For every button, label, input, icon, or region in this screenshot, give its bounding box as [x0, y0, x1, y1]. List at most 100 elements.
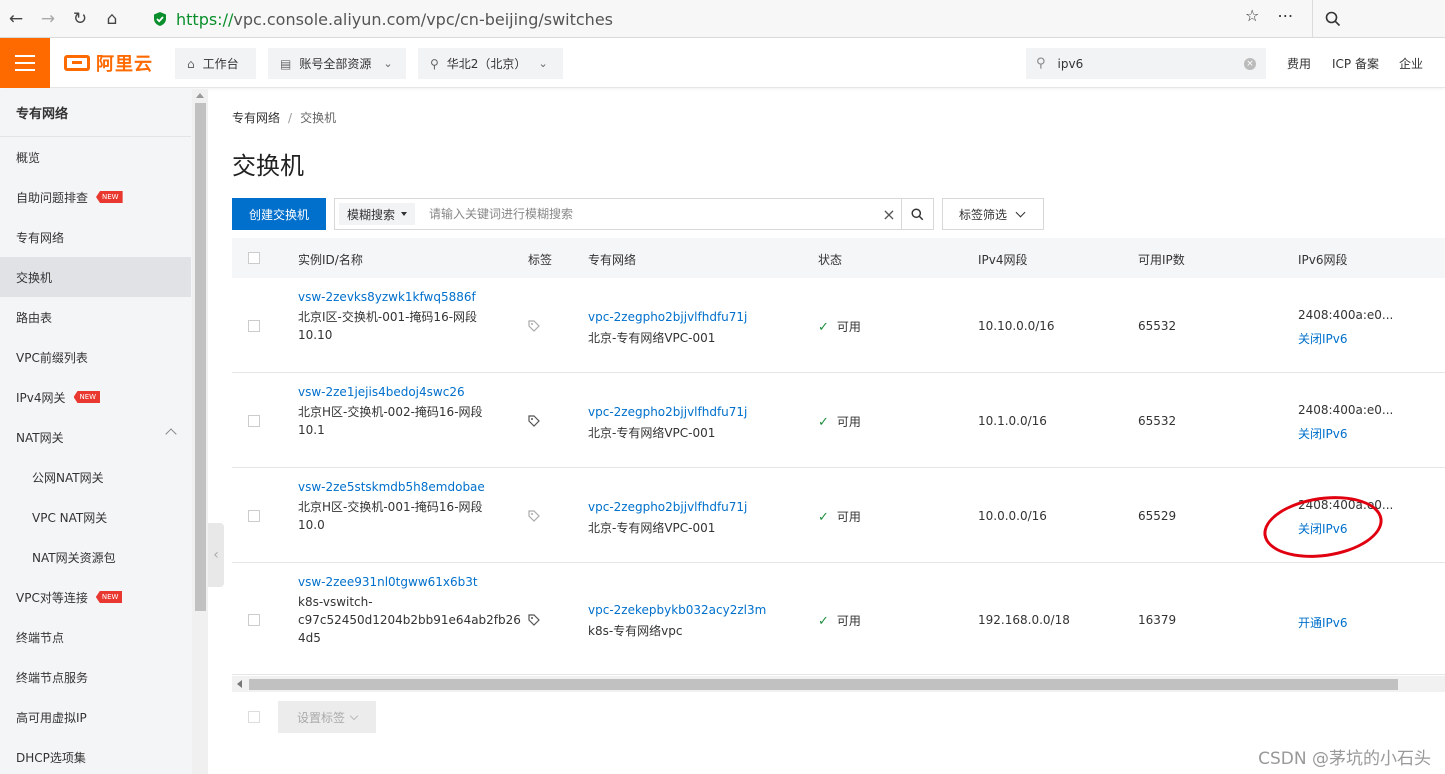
home-icon: ⌂: [187, 56, 195, 71]
vpc-id-link[interactable]: vpc-2zegpho2bjjvlfhdfu71j: [588, 405, 747, 419]
row-checkbox[interactable]: [248, 415, 260, 427]
search-button[interactable]: [901, 199, 933, 229]
vpc-id-link[interactable]: vpc-2zegpho2bjjvlfhdfu71j: [588, 500, 747, 514]
create-vswitch-button[interactable]: 创建交换机: [232, 198, 326, 230]
location-icon: ⚲: [430, 56, 439, 71]
clear-icon[interactable]: ×: [1244, 57, 1256, 70]
sidebar-item-vpc[interactable]: 专有网络: [0, 217, 191, 257]
disable-ipv6-link[interactable]: 关闭IPv6: [1298, 425, 1348, 442]
back-icon[interactable]: ←: [0, 0, 32, 38]
ipv6-cidr: 2408:400a:e0...: [1298, 308, 1394, 322]
vswitch-name: 北京H区-交换机-002-掩码16-网段 10.1: [298, 405, 483, 437]
sidebar-item-public-nat[interactable]: 公网NAT网关: [0, 457, 191, 497]
sidebar-item-label: 终端节点: [16, 630, 65, 645]
enterprise-link[interactable]: 企业: [1399, 55, 1423, 72]
aliyun-logo[interactable]: 阿里云: [64, 50, 153, 76]
reload-icon[interactable]: ↻: [64, 0, 96, 38]
tag-icon[interactable]: [528, 415, 540, 427]
sidebar-item-nat-package[interactable]: NAT网关资源包: [0, 537, 191, 577]
scroll-up-icon[interactable]: [196, 93, 204, 98]
search-type-dropdown[interactable]: 模糊搜索: [339, 203, 416, 225]
chevron-down-icon: ⌄: [538, 57, 548, 70]
row-checkbox[interactable]: [248, 614, 260, 626]
sidebar-item-self-diagnosis[interactable]: 自助问题排查 NEW: [0, 177, 191, 217]
tag-icon[interactable]: [528, 510, 540, 522]
workbench-button[interactable]: ⌂ 工作台: [175, 48, 256, 79]
sidebar-item-nat-gateway[interactable]: NAT网关: [0, 417, 191, 457]
header-vpc: 专有网络: [588, 253, 637, 267]
collapse-sidebar-icon[interactable]: ‹: [208, 523, 224, 587]
vswitch-id-link[interactable]: vsw-2ze1jejis4bedoj4swc26: [298, 385, 465, 399]
ipv4-cidr: 10.1.0.0/16: [978, 414, 1047, 428]
home-icon[interactable]: ⌂: [96, 0, 128, 38]
clear-icon[interactable]: ×: [877, 205, 901, 224]
scrollbar-thumb[interactable]: [249, 679, 1398, 690]
chevron-down-icon: [349, 711, 359, 720]
tag-icon[interactable]: [528, 320, 540, 332]
new-badge: NEW: [96, 191, 123, 203]
enable-ipv6-link[interactable]: 开通IPv6: [1298, 614, 1348, 631]
resources-dropdown[interactable]: ▤ 账号全部资源 ⌄: [268, 48, 406, 79]
ipv4-cidr: 192.168.0.0/18: [978, 613, 1070, 627]
status: ✓ 可用: [818, 320, 861, 335]
search-input[interactable]: [429, 207, 877, 221]
sidebar-item-havip[interactable]: 高可用虚拟IP: [0, 697, 191, 737]
address-bar[interactable]: https://vpc.console.aliyun.com/vpc/cn-be…: [140, 5, 1305, 33]
table-horizontal-scrollbar[interactable]: [232, 676, 1445, 692]
table-row: vsw-2zevks8yzwk1kfwq5886f 北京I区-交换机-001-掩…: [232, 278, 1445, 373]
vswitch-id-link[interactable]: vsw-2ze5stskmdb5h8emdobae: [298, 480, 485, 494]
set-tag-button[interactable]: 设置标签: [278, 701, 376, 733]
sidebar-item-label: NAT网关资源包: [32, 550, 116, 565]
vswitch-id-link[interactable]: vsw-2zevks8yzwk1kfwq5886f: [298, 290, 476, 304]
row-checkbox[interactable]: [248, 320, 260, 332]
tag-filter-dropdown[interactable]: 标签筛选: [942, 198, 1044, 230]
row-checkbox[interactable]: [248, 510, 260, 522]
sidebar-item-label: VPC对等连接: [16, 590, 88, 605]
caret-down-icon: [401, 212, 408, 216]
bookmark-star-icon[interactable]: ☆: [1245, 6, 1259, 25]
tag-icon[interactable]: [528, 614, 540, 626]
ipv4-cidr: 10.0.0.0/16: [978, 509, 1047, 523]
footer-select-all-checkbox[interactable]: [248, 711, 260, 723]
vswitch-id-link[interactable]: vsw-2zee931nl0tgww61x6b3t: [298, 575, 478, 589]
check-icon: ✓: [818, 415, 829, 430]
scroll-left-icon[interactable]: [237, 680, 242, 688]
disable-ipv6-link[interactable]: 关闭IPv6: [1298, 330, 1348, 347]
sidebar-item-label: 自助问题排查: [16, 190, 89, 205]
more-icon[interactable]: ⋯: [1277, 6, 1293, 25]
forward-icon[interactable]: →: [32, 0, 64, 38]
sidebar-item-ipv4-gateway[interactable]: IPv4网关 NEW: [0, 377, 191, 417]
status: ✓ 可用: [818, 510, 861, 525]
sidebar-item-dhcp[interactable]: DHCP选项集: [0, 737, 191, 774]
sidebar-item-endpoint[interactable]: 终端节点: [0, 617, 191, 657]
check-icon: ✓: [818, 614, 829, 629]
browser-search-icon[interactable]: [1312, 0, 1445, 38]
sidebar-item-vpc-nat[interactable]: VPC NAT网关: [0, 497, 191, 537]
disable-ipv6-link[interactable]: 关闭IPv6: [1298, 520, 1348, 537]
vpc-id-link[interactable]: vpc-2zegpho2bjjvlfhdfu71j: [588, 310, 747, 324]
ipv6-cidr: 2408:400a:e0...: [1298, 403, 1394, 417]
breadcrumb-current: 交换机: [300, 111, 337, 125]
sidebar-item-vswitch[interactable]: 交换机: [0, 257, 191, 297]
sidebar-item-vpc-peering[interactable]: VPC对等连接 NEW: [0, 577, 191, 617]
scrollbar-thumb[interactable]: [195, 103, 206, 611]
sidebar-item-route-table[interactable]: 路由表: [0, 297, 191, 337]
billing-link[interactable]: 费用: [1287, 55, 1311, 72]
breadcrumb-root[interactable]: 专有网络: [232, 111, 280, 125]
sidebar-item-endpoint-service[interactable]: 终端节点服务: [0, 657, 191, 697]
sidebar-item-label: DHCP选项集: [16, 750, 86, 765]
header-instance: 实例ID/名称: [298, 253, 363, 267]
global-search-input[interactable]: [1057, 56, 1244, 71]
breadcrumb: 专有网络 / 交换机: [232, 111, 337, 125]
icp-link[interactable]: ICP 备案: [1332, 55, 1379, 72]
sidebar-item-overview[interactable]: 概览: [0, 137, 191, 177]
region-dropdown[interactable]: ⚲ 华北2（北京） ⌄: [418, 48, 563, 79]
sidebar-scrollbar[interactable]: [192, 89, 208, 774]
chevron-up-icon[interactable]: [165, 428, 177, 440]
menu-icon[interactable]: [0, 38, 50, 88]
sidebar-item-prefix-list[interactable]: VPC前缀列表: [0, 337, 191, 377]
select-all-checkbox[interactable]: [248, 252, 260, 264]
page-title: 交换机: [232, 152, 304, 180]
global-search[interactable]: ⚲ ×: [1026, 48, 1266, 79]
vpc-id-link[interactable]: vpc-2zekepbykb032acy2zl3m: [588, 603, 766, 617]
